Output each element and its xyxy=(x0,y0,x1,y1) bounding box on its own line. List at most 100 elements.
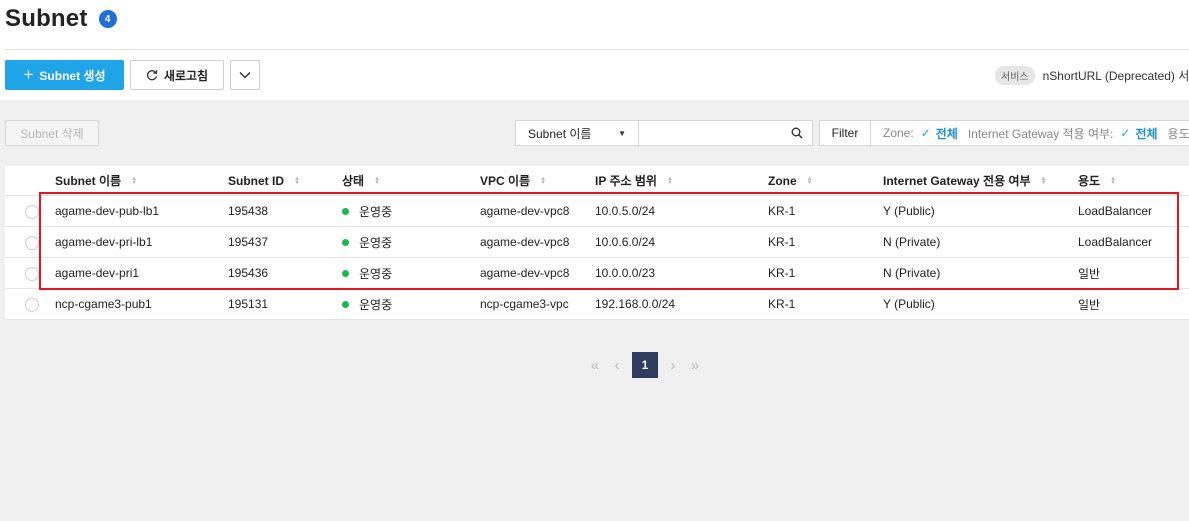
row-radio[interactable] xyxy=(25,205,39,219)
chevron-down-icon xyxy=(239,71,251,79)
filter-summary[interactable]: Zone: ✓ 전체 Internet Gateway 적용 여부: ✓ 전체 … xyxy=(871,120,1189,146)
cell-id: 195131 xyxy=(228,297,269,311)
create-subnet-label: Subnet 생성 xyxy=(39,68,106,83)
filter-button[interactable]: Filter xyxy=(819,120,871,146)
search-input[interactable] xyxy=(639,121,784,145)
more-actions-button[interactable] xyxy=(230,60,260,90)
column-header-ip[interactable]: IP 주소 범위 ▲ ▼ xyxy=(595,166,673,195)
table-row[interactable]: ncp-cgame3-pub1 195131 운영중 ncp-cgame3-vp… xyxy=(5,289,1189,320)
cell-id: 195437 xyxy=(228,235,269,249)
row-radio[interactable] xyxy=(25,298,39,312)
cell-name: ncp-cgame3-pub1 xyxy=(55,297,152,311)
cell-vpc: agame-dev-vpc8 xyxy=(480,235,570,249)
column-header-id[interactable]: Subnet ID ▲ ▼ xyxy=(228,166,300,195)
page-current[interactable]: 1 xyxy=(632,352,658,378)
pagination: « ‹ 1 › » xyxy=(584,352,706,378)
cell-ip: 10.0.6.0/24 xyxy=(595,235,656,249)
cell-zone: KR-1 xyxy=(768,235,796,249)
table-row[interactable]: agame-dev-pri-lb1 195437 운영중 agame-dev-v… xyxy=(5,227,1189,258)
search-icon xyxy=(791,127,803,139)
column-header-name[interactable]: Subnet 이름 ▲ ▼ xyxy=(55,166,137,195)
cell-igw: N (Private) xyxy=(883,235,941,249)
cell-zone: KR-1 xyxy=(768,204,796,218)
cell-status: 운영중 xyxy=(342,258,392,288)
status-dot-icon xyxy=(342,207,349,215)
first-page-icon[interactable]: « xyxy=(584,352,606,378)
sort-icon: ▲ ▼ xyxy=(374,175,381,186)
cell-status: 운영중 xyxy=(342,196,392,226)
refresh-icon xyxy=(146,70,158,81)
sort-icon: ▲ ▼ xyxy=(806,175,813,186)
cell-zone: KR-1 xyxy=(768,297,796,311)
cell-id: 195438 xyxy=(228,204,269,218)
column-header-igw[interactable]: Internet Gateway 전용 여부 ▲ ▼ xyxy=(883,166,1046,195)
column-header-usage[interactable]: 용도 ▲ ▼ xyxy=(1078,166,1116,195)
filter-igw-value: 전체 xyxy=(1135,126,1158,141)
cell-name: agame-dev-pub-lb1 xyxy=(55,204,160,218)
cell-vpc: agame-dev-vpc8 xyxy=(480,266,570,280)
cell-status: 운영중 xyxy=(342,289,392,319)
cell-usage: LoadBalancer xyxy=(1078,235,1153,249)
filter-zone-key: Zone: xyxy=(883,126,914,140)
sort-icon: ▲ ▼ xyxy=(1040,175,1047,186)
page-title: Subnet xyxy=(5,5,88,32)
service-info: 서비스 nShortURL (Deprecated) 서비 xyxy=(995,66,1189,85)
column-header-status[interactable]: 상태 ▲ ▼ xyxy=(342,166,380,195)
delete-subnet-button[interactable]: Subnet 삭제 xyxy=(5,120,99,146)
filter-zone-value: 전체 xyxy=(935,126,958,141)
cell-id: 195436 xyxy=(228,266,269,280)
cell-igw: Y (Public) xyxy=(883,297,935,311)
plus-icon: + xyxy=(23,64,34,84)
check-icon: ✓ xyxy=(920,126,931,140)
search-button[interactable] xyxy=(784,121,810,145)
service-name[interactable]: nShortURL (Deprecated) 서비 xyxy=(1043,67,1189,84)
create-subnet-button[interactable]: + Subnet 생성 xyxy=(5,60,124,90)
service-tag: 서비스 xyxy=(995,66,1035,85)
count-badge: 4 xyxy=(98,10,117,28)
status-dot-icon xyxy=(342,300,349,308)
sort-icon: ▲ ▼ xyxy=(131,175,138,186)
refresh-button[interactable]: 새로고침 xyxy=(130,60,224,90)
sort-icon: ▲ ▼ xyxy=(294,175,300,186)
title-row: Subnet 4 xyxy=(5,5,117,33)
prev-page-icon[interactable]: ‹ xyxy=(606,352,628,378)
cell-vpc: agame-dev-vpc8 xyxy=(480,204,570,218)
search-field-selected: Subnet 이름 xyxy=(528,126,592,141)
search-field-select[interactable]: Subnet 이름 ▼ xyxy=(515,120,639,146)
filter-igw-key: Internet Gateway 적용 여부: xyxy=(967,126,1114,141)
last-page-icon[interactable]: » xyxy=(684,352,706,378)
page-header: Subnet 4 + Subnet 생성 새로고침 서비스 nShortURL … xyxy=(0,0,1189,100)
column-header-zone[interactable]: Zone ▲ ▼ xyxy=(768,166,813,195)
sort-icon: ▲ ▼ xyxy=(1110,175,1117,186)
cell-igw: Y (Public) xyxy=(883,204,935,218)
status-dot-icon xyxy=(342,238,349,246)
caret-down-icon: ▼ xyxy=(618,128,626,138)
cell-igw: N (Private) xyxy=(883,266,941,280)
filter-usage-key: 용도 xyxy=(1167,126,1189,141)
subnet-table: Subnet 이름 ▲ ▼ Subnet ID ▲ ▼ 상태 ▲ ▼ VPC 이름 ▲… xyxy=(5,166,1189,320)
next-page-icon[interactable]: › xyxy=(662,352,684,378)
row-radio[interactable] xyxy=(25,267,39,281)
cell-ip: 192.168.0.0/24 xyxy=(595,297,676,311)
table-row[interactable]: agame-dev-pub-lb1 195438 운영중 agame-dev-v… xyxy=(5,196,1189,227)
header-divider xyxy=(5,49,1189,50)
cell-name: agame-dev-pri-lb1 xyxy=(55,235,153,249)
status-dot-icon xyxy=(342,269,349,277)
table-header: Subnet 이름 ▲ ▼ Subnet ID ▲ ▼ 상태 ▲ ▼ VPC 이름 ▲… xyxy=(5,166,1189,196)
cell-usage: LoadBalancer xyxy=(1078,204,1153,218)
table-row[interactable]: agame-dev-pri1 195436 운영중 agame-dev-vpc8… xyxy=(5,258,1189,289)
cell-usage: 일반 xyxy=(1078,266,1101,281)
cell-usage: 일반 xyxy=(1078,297,1101,312)
sort-icon: ▲ ▼ xyxy=(540,175,547,186)
refresh-label: 새로고침 xyxy=(163,68,209,83)
search-box xyxy=(638,120,813,146)
cell-ip: 10.0.5.0/24 xyxy=(595,204,656,218)
sort-icon: ▲ ▼ xyxy=(666,175,673,186)
cell-vpc: ncp-cgame3-vpc xyxy=(480,297,569,311)
cell-zone: KR-1 xyxy=(768,266,796,280)
check-icon: ✓ xyxy=(1120,126,1131,140)
cell-status: 운영중 xyxy=(342,227,392,257)
column-header-vpc[interactable]: VPC 이름 ▲ ▼ xyxy=(480,166,546,195)
cell-name: agame-dev-pri1 xyxy=(55,266,140,280)
row-radio[interactable] xyxy=(25,236,39,250)
